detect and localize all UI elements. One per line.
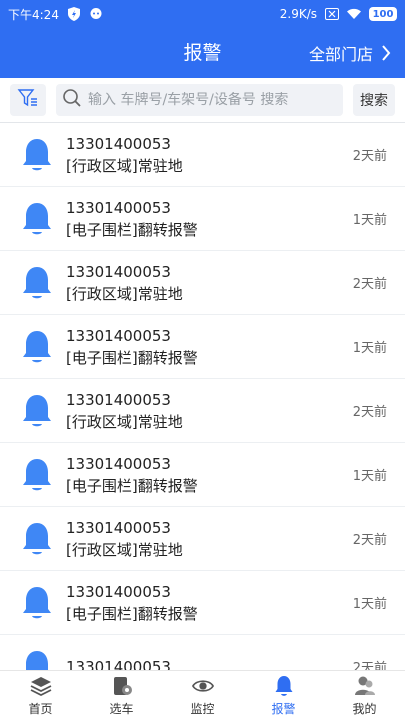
wifi-icon <box>347 7 361 21</box>
store-selector-label: 全部门店 <box>308 45 373 64</box>
alarm-phone: 13301400053 <box>66 262 171 281</box>
alarm-time: 2天前 <box>352 405 387 420</box>
list-item[interactable]: 13301400053 2天前 <box>0 635 405 670</box>
alarm-time: 1天前 <box>352 469 387 484</box>
alarm-desc: [电子围栏]翻转报警 <box>66 220 198 239</box>
tab-label: 我的 <box>352 701 377 716</box>
list-item[interactable]: 13301400053 [行政区域]常驻地 2天前 <box>0 123 405 187</box>
alarm-phone: 13301400053 <box>66 198 171 217</box>
alarm-time: 1天前 <box>352 341 387 356</box>
alarm-phone: 13301400053 <box>66 454 171 473</box>
bell-icon <box>18 456 56 494</box>
tab-label: 监控 <box>190 701 215 716</box>
tab-mine[interactable]: 我的 <box>324 671 405 720</box>
alarm-desc: [行政区域]常驻地 <box>66 156 183 175</box>
alarm-time: 1天前 <box>352 597 387 612</box>
bell-icon <box>18 328 56 366</box>
tab-label: 选车 <box>109 701 134 716</box>
alarm-phone: 13301400053 <box>66 326 171 345</box>
bell-icon <box>18 584 56 622</box>
alarm-phone: 13301400053 <box>66 134 171 153</box>
search-button[interactable]: 搜索 <box>353 84 395 116</box>
chat-bubble-icon <box>89 7 103 21</box>
bell-icon <box>273 675 295 697</box>
tab-select-car[interactable]: 选车 <box>81 671 162 720</box>
alarm-desc: [行政区域]常驻地 <box>66 540 183 559</box>
alarm-time: 2天前 <box>352 533 387 548</box>
bell-icon <box>18 200 56 238</box>
list-item[interactable]: 13301400053 [电子围栏]翻转报警 1天前 <box>0 315 405 379</box>
bell-icon <box>18 264 56 302</box>
list-item[interactable]: 13301400053 [电子围栏]翻转报警 1天前 <box>0 443 405 507</box>
alarm-desc: [行政区域]常驻地 <box>66 412 183 431</box>
search-icon <box>62 88 82 112</box>
bell-icon <box>18 136 56 174</box>
tab-home[interactable]: 首页 <box>0 671 81 720</box>
search-box <box>56 84 343 116</box>
filter-button[interactable] <box>10 84 46 116</box>
list-item[interactable]: 13301400053 [行政区域]常驻地 2天前 <box>0 251 405 315</box>
alarm-time: 2天前 <box>352 277 387 292</box>
bell-icon <box>18 520 56 558</box>
tab-monitor[interactable]: 监控 <box>162 671 243 720</box>
tab-label: 报警 <box>271 701 296 716</box>
alarm-desc: [电子围栏]翻转报警 <box>66 348 198 367</box>
alarm-time: 1天前 <box>352 213 387 228</box>
alarm-desc: [行政区域]常驻地 <box>66 284 183 303</box>
shield-bolt-icon <box>67 7 81 21</box>
alarm-time: 2天前 <box>352 661 387 670</box>
list-item[interactable]: 13301400053 [行政区域]常驻地 2天前 <box>0 507 405 571</box>
search-row: 搜索 <box>0 78 405 122</box>
alarm-desc: [电子围栏]翻转报警 <box>66 476 198 495</box>
search-input[interactable] <box>88 92 337 108</box>
tab-alarm[interactable]: 报警 <box>243 671 324 720</box>
alarm-phone: 13301400053 <box>66 657 171 671</box>
alarm-phone: 13301400053 <box>66 518 171 537</box>
nav-bar: 报警 全部门店 <box>0 28 405 78</box>
filter-icon <box>17 87 39 113</box>
list-item[interactable]: 13301400053 [电子围栏]翻转报警 1天前 <box>0 571 405 635</box>
alarm-list: 13301400053 [行政区域]常驻地 2天前 13301400053 [电… <box>0 123 405 670</box>
bell-icon <box>18 392 56 430</box>
bell-icon <box>18 648 56 670</box>
alarm-desc: [电子围栏]翻转报警 <box>66 604 198 623</box>
alarm-phone: 13301400053 <box>66 390 171 409</box>
tab-label: 首页 <box>28 701 53 716</box>
store-selector[interactable]: 全部门店 <box>309 28 393 78</box>
tab-bar: 首页 选车 监控 报警 我的 <box>0 670 405 720</box>
user-icon <box>354 675 376 697</box>
net-speed: 2.9K/s <box>279 7 317 21</box>
layers-icon <box>30 675 52 697</box>
sim-off-icon <box>325 7 339 21</box>
list-item[interactable]: 13301400053 [电子围栏]翻转报警 1天前 <box>0 187 405 251</box>
status-time: 下午4:24 <box>8 7 59 22</box>
eye-icon <box>191 675 214 697</box>
list-item[interactable]: 13301400053 [行政区域]常驻地 2天前 <box>0 379 405 443</box>
battery-level: 100 <box>369 7 397 21</box>
car-doc-icon <box>111 675 133 697</box>
alarm-time: 2天前 <box>352 149 387 164</box>
status-bar: 下午4:24 2.9K/s 100 <box>0 0 405 28</box>
alarm-phone: 13301400053 <box>66 582 171 601</box>
chevron-right-icon <box>379 45 393 61</box>
